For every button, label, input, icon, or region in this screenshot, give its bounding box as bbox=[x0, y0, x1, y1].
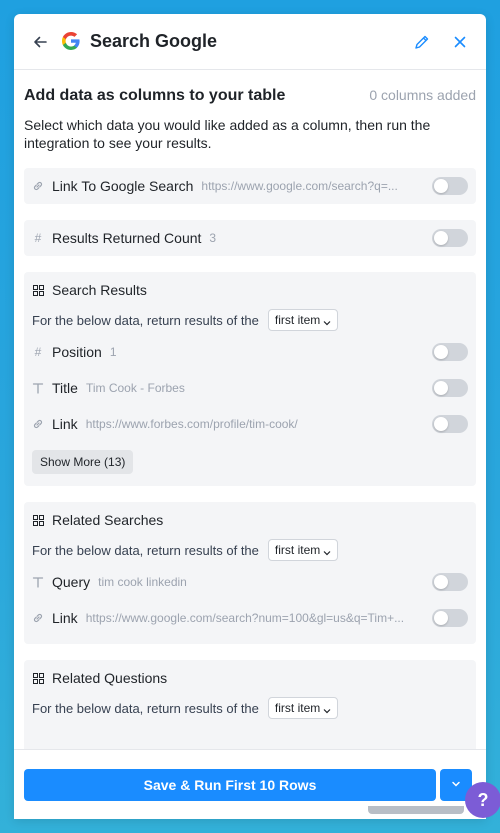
toggle-knob bbox=[434, 381, 448, 395]
save-and-run-button[interactable]: Save & Run First 10 Rows bbox=[24, 768, 436, 801]
field-sample-value: 1 bbox=[109, 345, 117, 359]
field-row-results-returned-count: # Results Returned Count 3 bbox=[32, 220, 468, 256]
chevron-down-icon bbox=[323, 546, 331, 556]
column-toggle[interactable] bbox=[432, 573, 468, 591]
panel-header: Search Google bbox=[14, 14, 486, 70]
field-sample-value: https://www.google.com/search?num=100&gl… bbox=[85, 611, 405, 625]
group-card-search-results: Search Results For the below data, retur… bbox=[24, 272, 476, 486]
google-logo-icon bbox=[62, 31, 82, 52]
result-selector-dropdown[interactable]: first item bbox=[267, 697, 339, 719]
field-row-title: Title Tim Cook - Forbes bbox=[32, 370, 468, 406]
field-card: # Results Returned Count 3 bbox=[24, 220, 476, 256]
dropdown-value: first item bbox=[274, 313, 321, 327]
background-element bbox=[368, 806, 464, 814]
toggle-knob bbox=[434, 575, 448, 589]
field-label: Link bbox=[52, 610, 78, 626]
group-card-related-searches: Related Searches For the below data, ret… bbox=[24, 502, 476, 644]
field-sample-value: 3 bbox=[209, 231, 217, 245]
link-icon bbox=[32, 612, 44, 624]
field-label: Link bbox=[52, 416, 78, 432]
toggle-knob bbox=[434, 611, 448, 625]
intro-description: Select which data you would like added a… bbox=[24, 117, 431, 151]
grid-icon bbox=[32, 284, 44, 296]
return-options-row: For the below data, return results of th… bbox=[32, 538, 468, 562]
chevron-down-icon bbox=[323, 316, 331, 326]
back-arrow-icon[interactable] bbox=[30, 32, 50, 52]
group-title: Search Results bbox=[52, 282, 147, 298]
help-chat-button[interactable]: ? bbox=[465, 782, 500, 818]
grid-icon bbox=[32, 672, 44, 684]
text-icon bbox=[32, 576, 44, 588]
result-selector-dropdown[interactable]: first item bbox=[267, 309, 339, 331]
field-row-link: Link https://www.google.com/search?num=1… bbox=[32, 600, 468, 636]
toggle-knob bbox=[434, 179, 448, 193]
toggle-knob bbox=[434, 417, 448, 431]
column-toggle[interactable] bbox=[432, 177, 468, 195]
integration-panel: Search Google Add data as columns to you… bbox=[14, 14, 486, 819]
field-sample-value: Tim Cook - Forbes bbox=[85, 381, 185, 395]
page-title: Search Google bbox=[90, 31, 218, 51]
return-text: For the below data, return results of th… bbox=[32, 312, 259, 328]
field-sample-value: tim cook linkedin bbox=[98, 575, 187, 589]
dropdown-value: first item bbox=[274, 701, 321, 715]
field-label: Query bbox=[52, 574, 91, 590]
dropdown-value: first item bbox=[274, 543, 321, 557]
columns-added-count: 0 columns added bbox=[369, 87, 476, 103]
field-label: Position bbox=[52, 344, 102, 360]
help-question-icon: ? bbox=[477, 789, 489, 810]
hash-icon: # bbox=[34, 345, 42, 359]
show-more-button[interactable]: Show More (13) bbox=[32, 450, 134, 474]
group-header: Related Searches bbox=[32, 502, 468, 538]
hash-icon: # bbox=[34, 231, 42, 245]
toggle-knob bbox=[434, 345, 448, 359]
field-card: Link To Google Search https://www.google… bbox=[24, 168, 476, 204]
edit-pencil-icon[interactable] bbox=[412, 32, 432, 52]
link-icon bbox=[32, 180, 44, 192]
field-row-link: Link https://www.forbes.com/profile/tim-… bbox=[32, 406, 468, 442]
column-toggle[interactable] bbox=[432, 379, 468, 397]
field-sample-value: https://www.forbes.com/profile/tim-cook/ bbox=[85, 417, 298, 431]
close-icon[interactable] bbox=[450, 32, 470, 52]
column-toggle[interactable] bbox=[432, 609, 468, 627]
field-label: Title bbox=[52, 380, 78, 396]
result-selector-dropdown[interactable]: first item bbox=[267, 539, 339, 561]
group-card-related-questions: Related Questions For the below data, re… bbox=[24, 660, 476, 749]
column-toggle[interactable] bbox=[432, 343, 468, 361]
column-toggle[interactable] bbox=[432, 229, 468, 247]
field-label: Link To Google Search bbox=[52, 178, 194, 194]
panel-content: Add data as columns to your table 0 colu… bbox=[14, 71, 486, 749]
toggle-knob bbox=[434, 231, 448, 245]
field-sample-value: https://www.google.com/search?q=... bbox=[201, 179, 398, 193]
intro-row: Add data as columns to your table 0 colu… bbox=[24, 87, 476, 105]
group-header: Related Questions bbox=[32, 660, 468, 696]
field-label: Results Returned Count bbox=[52, 230, 202, 246]
field-row-link-to-google-search: Link To Google Search https://www.google… bbox=[32, 168, 468, 204]
chevron-down-icon bbox=[323, 704, 331, 714]
grid-icon bbox=[32, 514, 44, 526]
group-title: Related Questions bbox=[52, 670, 168, 686]
section-heading: Add data as columns to your table bbox=[24, 87, 286, 104]
link-icon bbox=[32, 418, 44, 430]
group-title: Related Searches bbox=[52, 512, 164, 528]
return-options-row: For the below data, return results of th… bbox=[32, 696, 468, 720]
return-text: For the below data, return results of th… bbox=[32, 542, 259, 558]
text-icon bbox=[32, 382, 44, 394]
group-header: Search Results bbox=[32, 272, 468, 308]
field-row-query: Query tim cook linkedin bbox=[32, 564, 468, 600]
column-toggle[interactable] bbox=[432, 415, 468, 433]
chevron-down-icon bbox=[451, 776, 461, 794]
return-options-row: For the below data, return results of th… bbox=[32, 308, 468, 332]
field-row-position: # Position 1 bbox=[32, 334, 468, 370]
return-text: For the below data, return results of th… bbox=[32, 700, 259, 716]
